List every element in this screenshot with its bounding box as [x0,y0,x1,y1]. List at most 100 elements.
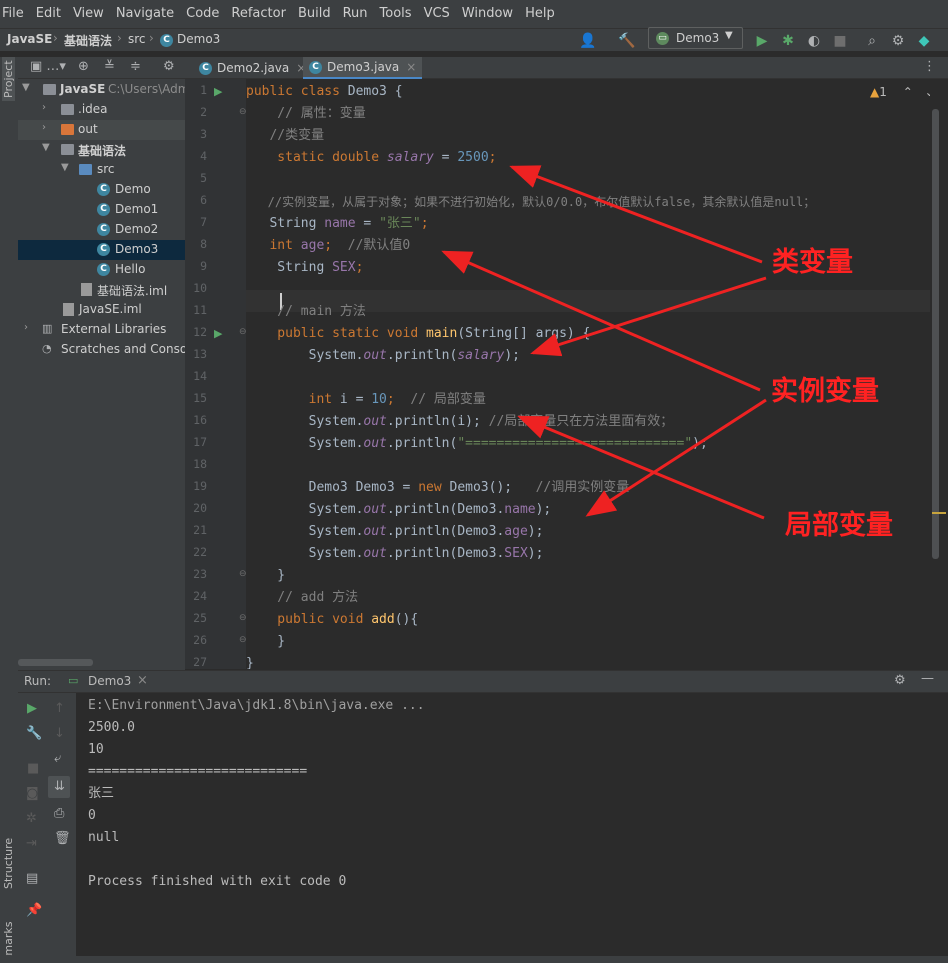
update-icon[interactable]: ◆ [914,31,934,51]
breadcrumb-file[interactable]: Demo3 [177,32,220,46]
tree-item-iml[interactable]: JavaSE.iml [18,300,185,320]
menu-vcs[interactable]: VCS [418,0,456,28]
close-icon[interactable]: × [406,60,416,74]
run-icon[interactable]: ▶ [752,31,772,51]
warning-marker[interactable] [932,512,946,514]
annotation-instance-variable: 实例变量 [771,376,879,407]
horizontal-scrollbar[interactable] [18,659,93,666]
gear-icon[interactable]: ⚙ [888,31,908,51]
code-line: System.out.println(salary); [246,348,520,363]
wrench-icon[interactable]: 🔧 [26,726,42,741]
run-tab[interactable]: Demo3 [88,674,131,688]
menu-refactor[interactable]: Refactor [225,0,292,28]
chevron-up-icon[interactable]: ⌃ [903,85,913,99]
tree-item-class[interactable]: C Demo [18,180,185,200]
menu-window[interactable]: Window [456,0,519,28]
tree-item-iml[interactable]: 基础语法.iml [18,280,185,300]
tree-item-class[interactable]: C Demo2 [18,220,185,240]
code-line: System.out.println(Demo3.name); [246,502,552,517]
tree-item-external-libraries[interactable]: › ▥ External Libraries [18,320,185,340]
gear-icon[interactable]: ⚙ [163,59,175,74]
trash-icon[interactable]: 🗑 [54,831,71,846]
tree-item-out[interactable]: › out [18,120,185,140]
console-line: ============================ [88,764,308,779]
chevron-right-icon: › [42,122,46,133]
run-gutter-icon[interactable]: ▶ [214,327,222,340]
excluded-folder-icon [61,124,74,135]
editor-scrollbar[interactable] [930,79,948,669]
project-tool-tab[interactable]: Project [2,57,15,101]
code-line: Demo3 Demo3 = new Demo3(); //调用实例变量 [246,480,630,495]
gear-icon[interactable]: ⚙ [894,673,906,688]
minimize-icon[interactable]: — [921,671,934,686]
debug-icon[interactable]: ✱ [778,31,798,51]
code-line: static double salary = 2500; [246,150,497,165]
menu-build[interactable]: Build [292,0,337,28]
more-icon[interactable]: ⋮ [923,59,936,74]
exit-icon[interactable]: ⇥ [26,836,37,851]
menu-file[interactable]: File [0,0,30,28]
inspection-widget[interactable]: ▲1 ⌃ ⌄ [870,85,930,99]
tree-item-class[interactable]: C Demo1 [18,200,185,220]
pin-icon[interactable]: 📌 [26,903,42,918]
expand-all-icon[interactable]: ≚ [104,59,115,74]
code-line: public static void main(String[] args) { [246,326,591,341]
build-hammer-icon[interactable]: 🔨 [617,31,637,51]
breadcrumb-project[interactable]: JavaSE [7,32,52,46]
chevron-right-icon: › [117,31,122,45]
editor-tabs: C Demo2.java × C Demo3.java × ⋮ [185,57,948,79]
console-line: 张三 [88,786,115,801]
arrow-up-icon[interactable]: ↑ [54,701,65,716]
line-number: 19 [193,479,207,493]
run-configuration-select[interactable]: ▭ Demo3 ▼ [648,27,743,49]
coverage-icon[interactable]: ◐ [804,31,824,51]
menu-code[interactable]: Code [180,0,225,28]
tree-item-module[interactable]: ▼ 基础语法 [18,140,185,160]
tree-item-class-selected[interactable]: C Demo3 [18,240,185,260]
search-icon[interactable]: ⌕ [862,31,882,51]
run-gutter-icon[interactable]: ▶ [214,85,222,98]
breadcrumb-src[interactable]: src [128,32,146,46]
collapse-all-icon[interactable]: ≑ [130,59,141,74]
soft-wrap-icon[interactable]: ⤶ [54,751,61,766]
menu-help[interactable]: Help [519,0,561,28]
menu-run[interactable]: Run [337,0,374,28]
breadcrumb-folder[interactable]: 基础语法 [64,32,112,49]
code-line: System.out.println(i); //局部变量只在方法里面有效； [246,414,674,429]
structure-tool-tab[interactable]: Structure [2,838,15,889]
project-view-icon[interactable]: ▣ …▾ [30,59,66,74]
tree-root[interactable]: ▼ JavaSE C:\Users\Adm [18,80,185,100]
tab-demo2[interactable]: C Demo2.java × [193,57,312,79]
scrollbar-thumb[interactable] [932,109,939,559]
code-line: // add 方法 [246,590,359,605]
menu-navigate[interactable]: Navigate [110,0,180,28]
close-icon[interactable]: × [137,673,148,688]
line-number: 20 [193,501,207,515]
tab-demo3[interactable]: C Demo3.java × [303,57,423,79]
chevron-right-icon: › [24,322,28,333]
layout-icon[interactable]: ▤ [26,871,38,886]
tree-item-src[interactable]: ▼ src [18,160,185,180]
source-folder-icon [79,164,92,175]
project-panel: ▣ …▾ ⊕ ≚ ≑ ⚙ ▼ JavaSE C:\Users\Adm › .id… [18,57,185,670]
navigation-bar: JavaSE › 基础语法 › src › C Demo3 👤 🔨 ▶ ✱ ◐ … [0,28,948,52]
locate-icon[interactable]: ⊕ [78,59,89,74]
console-output[interactable]: E:\Environment\Java\jdk1.8\bin\java.exe … [76,693,948,956]
restore-layout-icon[interactable]: ✲ [26,811,37,826]
camera-icon[interactable]: ◙ [26,786,39,801]
user-icon[interactable]: 👤 [578,31,598,51]
java-class-icon: C [97,263,110,276]
arrow-down-icon[interactable]: ↓ [54,726,65,741]
stop-icon[interactable]: ■ [830,31,850,51]
folder-icon [61,104,74,115]
line-number: 23 [193,567,207,581]
stop-icon[interactable]: ■ [27,761,39,776]
menu-edit[interactable]: Edit [30,0,67,28]
print-icon[interactable]: ⎙ [54,806,64,821]
tree-item-class[interactable]: C Hello [18,260,185,280]
menu-tools[interactable]: Tools [374,0,418,28]
rerun-icon[interactable]: ▶ [27,701,37,716]
menu-view[interactable]: View [67,0,110,28]
tree-item-scratches[interactable]: ◔ Scratches and Conso [18,340,185,360]
tree-item-idea[interactable]: › .idea [18,100,185,120]
